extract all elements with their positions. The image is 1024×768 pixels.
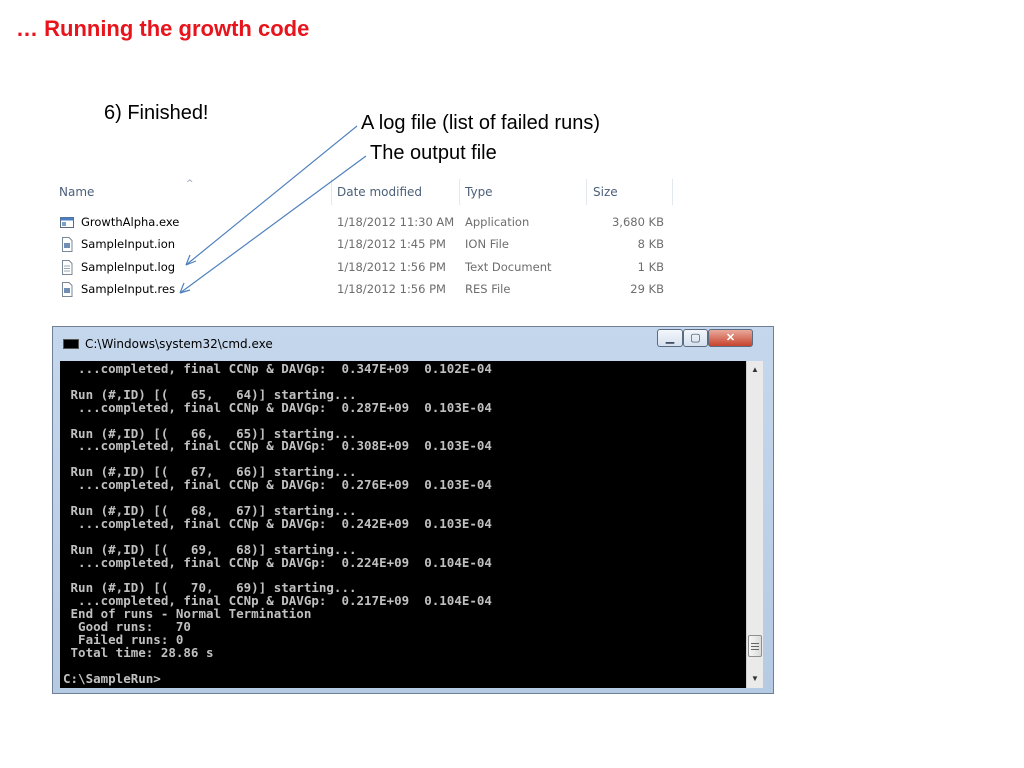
log-arrow-line [185,125,358,266]
callout-arrows [179,125,367,294]
output-arrow-line [179,155,367,294]
